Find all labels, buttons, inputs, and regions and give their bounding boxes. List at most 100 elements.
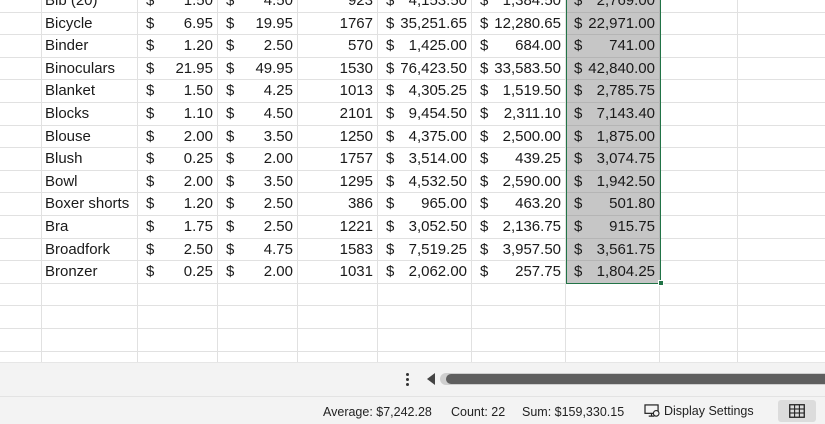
cell-blank[interactable] — [738, 239, 825, 262]
cell-profit[interactable]: $3,074.75 — [566, 148, 660, 171]
cell-revenue[interactable]: $2,062.00 — [378, 261, 472, 284]
horizontal-scroll-thumb[interactable] — [446, 374, 825, 384]
cell-blank[interactable] — [0, 12, 42, 36]
cell-item[interactable]: Blush — [42, 148, 138, 171]
cell-blank[interactable] — [738, 103, 825, 126]
cell-profit[interactable]: $1,804.25 — [566, 261, 660, 284]
cell-blank[interactable] — [738, 306, 825, 329]
cell-profit[interactable]: $915.75 — [566, 216, 660, 239]
cell-qty[interactable] — [298, 329, 378, 352]
cell-blank[interactable] — [738, 13, 825, 36]
cell-qty[interactable]: 1031 — [298, 261, 378, 284]
cell-cost-total[interactable]: $439.25 — [472, 148, 566, 171]
cell-qty[interactable]: 1221 — [298, 216, 378, 239]
cell-cost[interactable]: $2.00 — [138, 125, 218, 149]
cell-cost[interactable]: $1.50 — [138, 0, 218, 13]
cell-cost[interactable]: $6.95 — [138, 12, 218, 36]
cell-blank[interactable] — [738, 284, 825, 307]
cell-qty[interactable]: 1583 — [298, 238, 378, 262]
cell-revenue[interactable]: $9,454.50 — [378, 103, 472, 126]
cell-cost-total[interactable]: $257.75 — [472, 261, 566, 284]
cell-cost[interactable]: $0.25 — [138, 261, 218, 284]
cell-blank[interactable] — [660, 35, 738, 58]
cell-blank[interactable] — [0, 238, 42, 262]
cell-profit[interactable]: $2,769.00 — [566, 0, 660, 13]
cell-revenue[interactable]: $4,305.25 — [378, 80, 472, 103]
cell-cost[interactable] — [138, 306, 218, 329]
cell-item[interactable]: Binder — [42, 35, 138, 58]
cell-cost-total[interactable]: $2,136.75 — [472, 216, 566, 239]
cell-cost-total[interactable] — [472, 283, 566, 307]
cell-cost[interactable]: $1.20 — [138, 193, 218, 216]
cell-item[interactable]: Blocks — [42, 103, 138, 126]
cell-revenue[interactable]: $4,532.50 — [378, 170, 472, 194]
cell-blank[interactable] — [0, 148, 42, 171]
cell-cost[interactable]: $1.10 — [138, 103, 218, 126]
cell-qty[interactable]: 1767 — [298, 12, 378, 36]
cell-blank[interactable] — [0, 216, 42, 239]
more-vertical-icon[interactable] — [398, 369, 416, 389]
cell-cost[interactable]: $0.25 — [138, 148, 218, 171]
cell-revenue[interactable]: $76,423.50 — [378, 57, 472, 81]
cell-blank[interactable] — [0, 283, 42, 307]
cell-profit[interactable]: $1,942.50 — [566, 170, 660, 194]
cell-blank[interactable] — [660, 0, 738, 13]
cell-profit[interactable]: $3,561.75 — [566, 238, 660, 262]
cell-blank[interactable] — [660, 193, 738, 216]
cell-price[interactable]: $19.95 — [218, 12, 298, 36]
cell-blank[interactable] — [0, 80, 42, 103]
cell-price[interactable]: $2.50 — [218, 193, 298, 216]
cell-blank[interactable] — [0, 103, 42, 126]
cell-cost-total[interactable]: $12,280.65 — [472, 12, 566, 36]
cell-price[interactable]: $4.50 — [218, 103, 298, 126]
cell-blank[interactable] — [660, 57, 738, 81]
cell-blank[interactable] — [660, 170, 738, 194]
cell-cost-total[interactable]: $3,957.50 — [472, 238, 566, 262]
cell-revenue[interactable]: $965.00 — [378, 193, 472, 216]
cell-blank[interactable] — [738, 261, 825, 284]
cell-profit[interactable]: $2,785.75 — [566, 80, 660, 103]
cell-item[interactable]: Blouse — [42, 125, 138, 149]
cell-blank[interactable] — [738, 171, 825, 194]
cell-revenue[interactable]: $1,425.00 — [378, 35, 472, 58]
cell-blank[interactable] — [660, 283, 738, 307]
cell-cost[interactable] — [138, 329, 218, 352]
cell-item[interactable]: Broadfork — [42, 238, 138, 262]
cell-blank[interactable] — [660, 216, 738, 239]
cell-blank[interactable] — [738, 35, 825, 58]
chevron-left-icon[interactable] — [427, 373, 435, 385]
cell-profit[interactable] — [566, 283, 660, 307]
cell-cost[interactable]: $2.50 — [138, 238, 218, 262]
cell-price[interactable]: $2.00 — [218, 261, 298, 284]
cell-blank[interactable] — [0, 35, 42, 58]
cell-blank[interactable] — [660, 103, 738, 126]
cell-revenue[interactable] — [378, 329, 472, 352]
cell-blank[interactable] — [660, 125, 738, 149]
cell-blank[interactable] — [0, 261, 42, 284]
cell-blank[interactable] — [660, 238, 738, 262]
cell-revenue[interactable] — [378, 283, 472, 307]
cell-price[interactable]: $2.50 — [218, 35, 298, 58]
fill-handle[interactable] — [658, 280, 664, 286]
cell-blank[interactable] — [660, 148, 738, 171]
cell-profit[interactable]: $741.00 — [566, 35, 660, 58]
cell-qty[interactable] — [298, 283, 378, 307]
cell-revenue[interactable] — [378, 306, 472, 329]
display-settings-button[interactable]: Display Settings — [644, 401, 754, 421]
cell-blank[interactable] — [738, 148, 825, 171]
cell-blank[interactable] — [738, 0, 825, 13]
cell-cost-total[interactable]: $684.00 — [472, 35, 566, 58]
cell-cost-total[interactable]: $1,384.50 — [472, 0, 566, 13]
cell-item[interactable]: Bronzer — [42, 261, 138, 284]
cell-profit[interactable] — [566, 329, 660, 352]
cell-profit[interactable] — [566, 306, 660, 329]
cell-blank[interactable] — [0, 0, 42, 13]
normal-view-button[interactable] — [778, 400, 816, 422]
cell-cost[interactable]: $1.50 — [138, 80, 218, 103]
cell-blank[interactable] — [738, 193, 825, 216]
cell-item[interactable] — [42, 306, 138, 329]
cell-blank[interactable] — [0, 170, 42, 194]
cell-qty[interactable]: 1013 — [298, 80, 378, 103]
status-sum[interactable]: Sum: $159,330.15 — [522, 405, 624, 419]
cell-revenue[interactable]: $7,519.25 — [378, 238, 472, 262]
